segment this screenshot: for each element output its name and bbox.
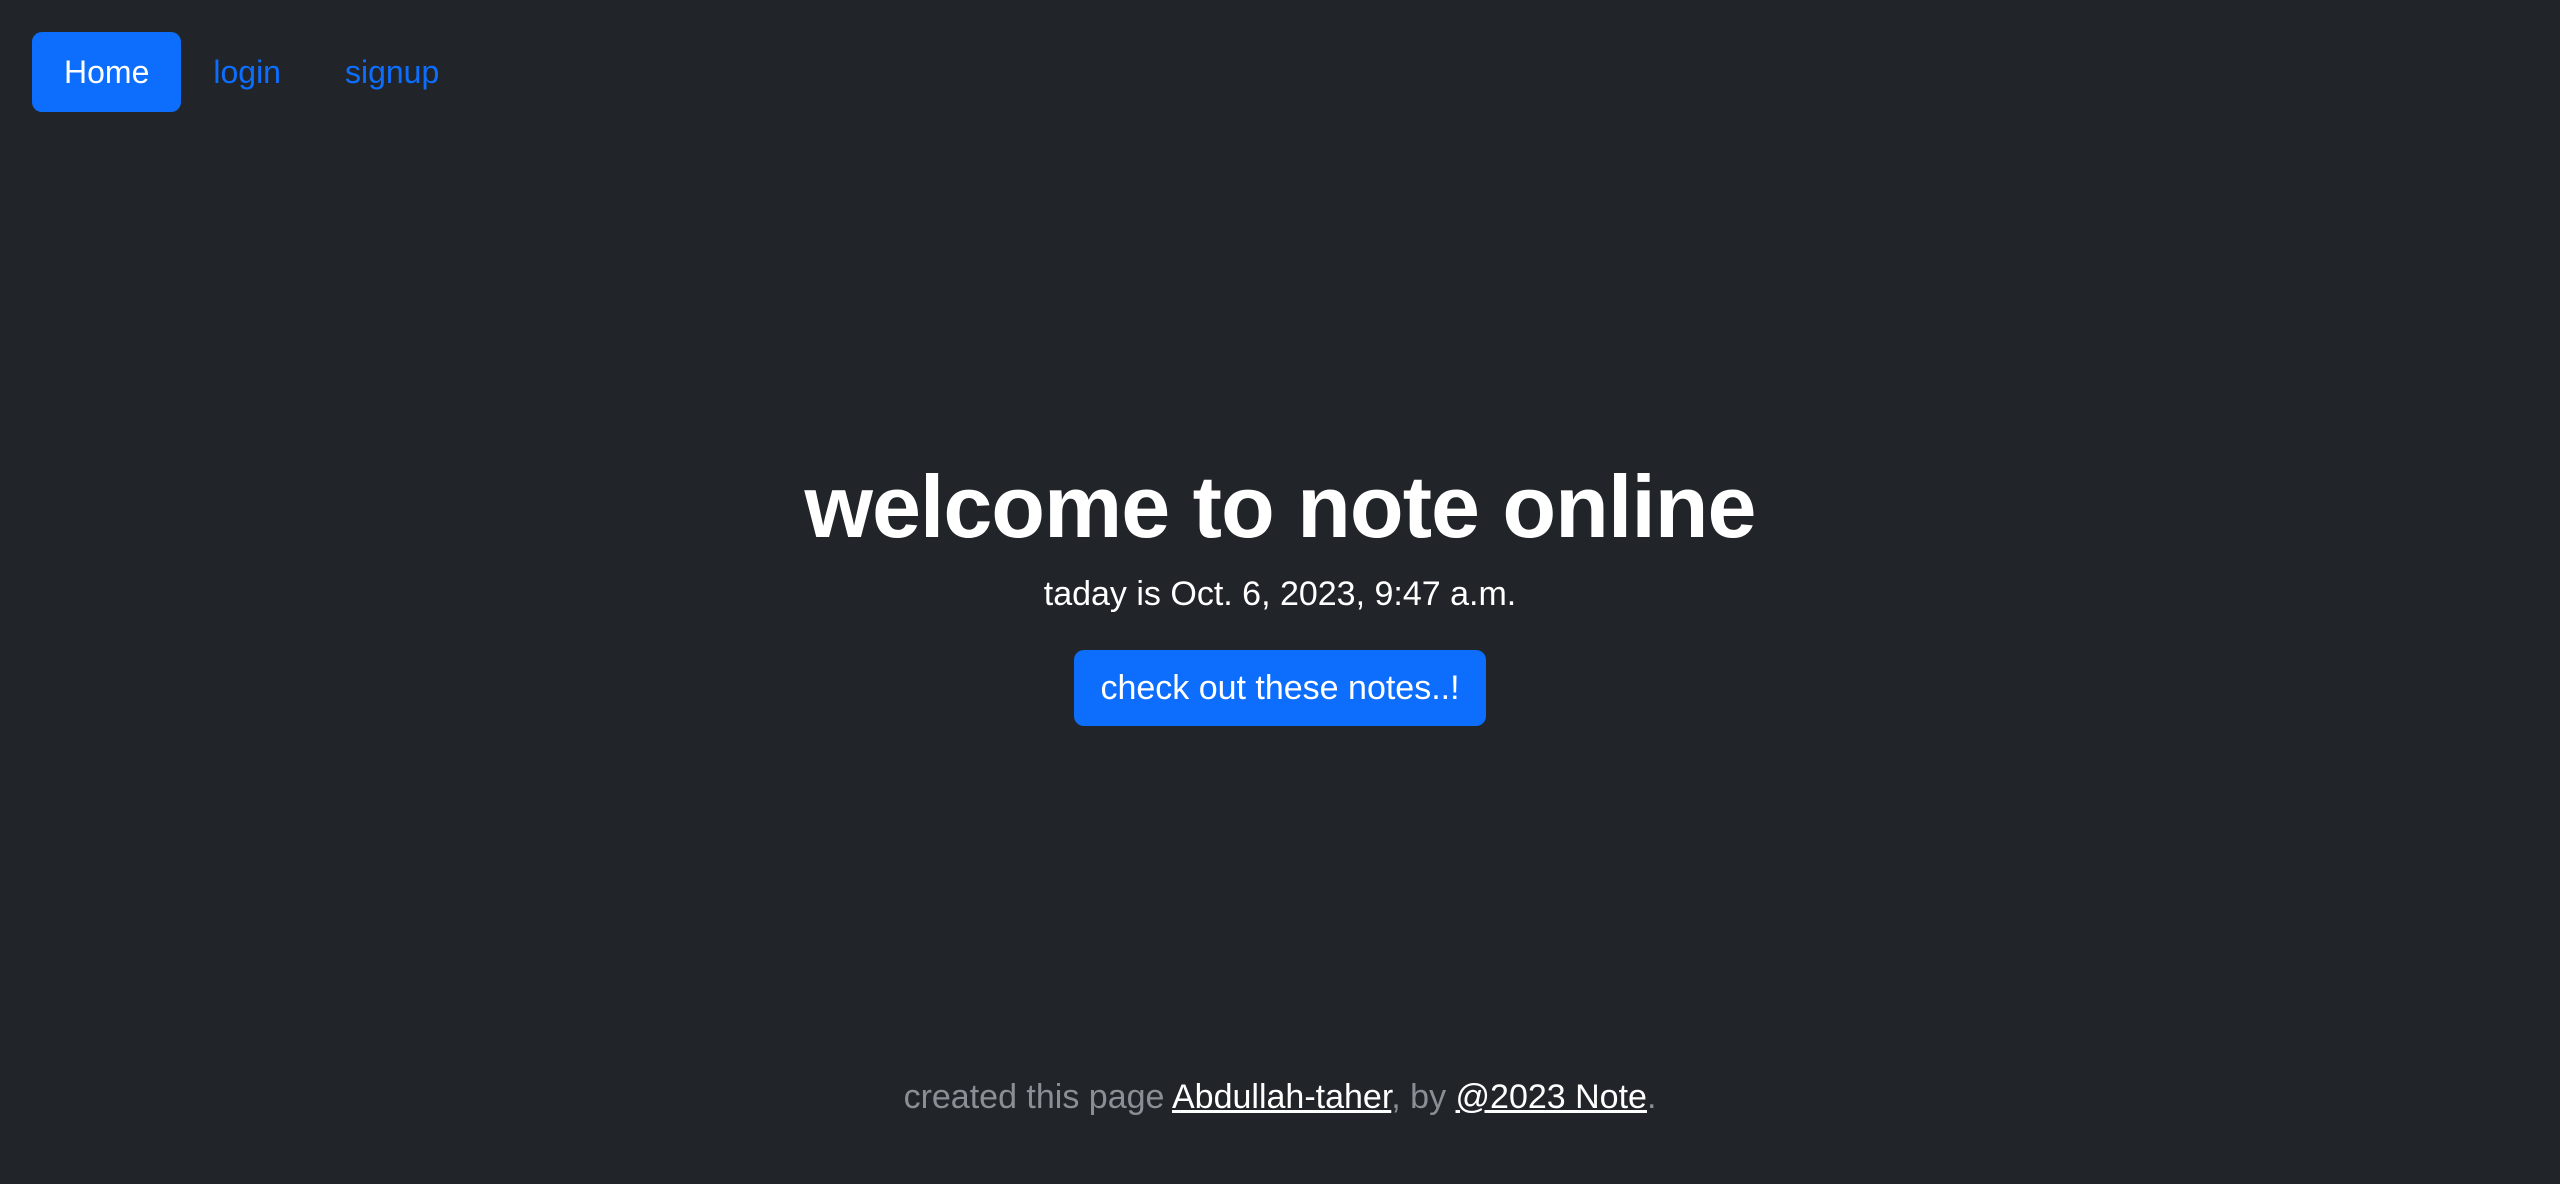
- top-nav: Home login signup: [32, 32, 471, 112]
- page-title: welcome to note online: [804, 457, 1757, 556]
- hero-section: welcome to note online taday is Oct. 6, …: [0, 452, 2560, 726]
- footer-suffix-text: .: [1646, 1078, 1657, 1116]
- footer-middle-text: , by: [1391, 1078, 1456, 1116]
- page: Home login signup welcome to note online…: [0, 0, 2560, 1184]
- nav-home-link[interactable]: Home: [32, 32, 182, 112]
- footer-prefix-text: created this page: [903, 1078, 1172, 1116]
- footer: created this page Abdullah-taher, by @20…: [0, 1070, 2560, 1124]
- nav-login-link[interactable]: login: [181, 32, 313, 112]
- check-notes-button[interactable]: check out these notes..!: [1074, 650, 1486, 726]
- nav-signup-link[interactable]: signup: [313, 32, 471, 112]
- brand-link[interactable]: @2023 Note: [1456, 1078, 1647, 1116]
- current-date-text: taday is Oct. 6, 2023, 9:47 a.m.: [1043, 575, 1517, 613]
- author-link[interactable]: Abdullah-taher: [1172, 1078, 1391, 1116]
